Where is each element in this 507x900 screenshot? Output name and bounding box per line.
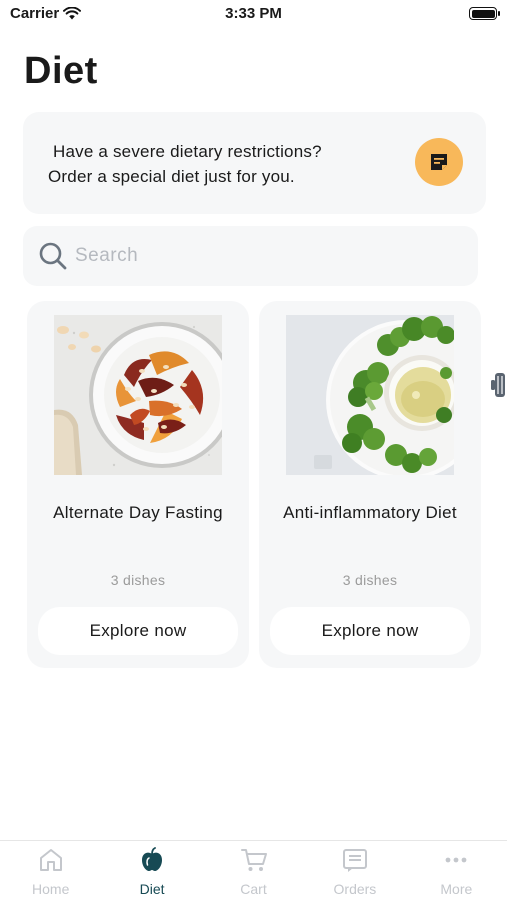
tab-diet[interactable]: Diet	[101, 841, 202, 900]
diet-card-title: Alternate Day Fasting	[53, 503, 223, 522]
tab-diet-label: Diet	[139, 881, 165, 897]
diet-card-dish-count: 3 dishes	[342, 572, 398, 588]
promo-text-line1: Have a severe dietary restrictions?	[53, 142, 322, 161]
promo-text-line2: Order a special diet just for you.	[48, 167, 295, 186]
tab-more[interactable]: More	[406, 841, 507, 900]
tab-more-label: More	[440, 881, 473, 897]
diet-image-roasted-vegetables	[54, 315, 222, 475]
search-input[interactable]	[75, 238, 455, 274]
apple-icon	[142, 847, 163, 871]
tab-home-label: Home	[32, 881, 70, 897]
special-diet-banner: Have a severe dietary restrictions? Orde…	[23, 112, 486, 214]
battery-icon	[469, 7, 500, 20]
page-title: Diet	[24, 50, 98, 92]
home-icon	[39, 849, 62, 871]
bottom-tab-bar: Home Diet Cart Orders More	[0, 840, 507, 900]
tab-cart-label: Cart	[240, 881, 267, 897]
status-bar: Carrier 3:33 PM	[0, 0, 507, 30]
explore-now-button[interactable]: Explore now	[38, 607, 238, 655]
more-icon	[445, 857, 467, 863]
tab-orders-label: Orders	[333, 881, 377, 897]
orders-icon	[342, 849, 367, 872]
explore-now-button[interactable]: Explore now	[270, 607, 470, 655]
note-icon	[431, 154, 447, 170]
cart-icon	[240, 849, 267, 871]
diet-card-alternate-day-fasting[interactable]: Alternate Day Fasting 3 dishes Explore n…	[27, 301, 249, 668]
diet-image-broccoli-dip	[286, 315, 454, 475]
drag-handle-icon[interactable]	[489, 370, 507, 400]
search-bar[interactable]	[23, 226, 478, 286]
diet-card-title: Anti-inflammatory Diet	[283, 503, 457, 522]
diet-card-anti-inflammatory[interactable]: Anti-inflammatory Diet 3 dishes Explore …	[259, 301, 481, 668]
clock: 3:33 PM	[225, 5, 282, 22]
search-icon	[39, 242, 67, 270]
tab-home[interactable]: Home	[0, 841, 101, 900]
tab-cart[interactable]: Cart	[203, 841, 304, 900]
diet-card-dish-count: 3 dishes	[110, 572, 166, 588]
special-diet-button[interactable]	[415, 138, 463, 186]
tab-orders[interactable]: Orders	[304, 841, 405, 900]
